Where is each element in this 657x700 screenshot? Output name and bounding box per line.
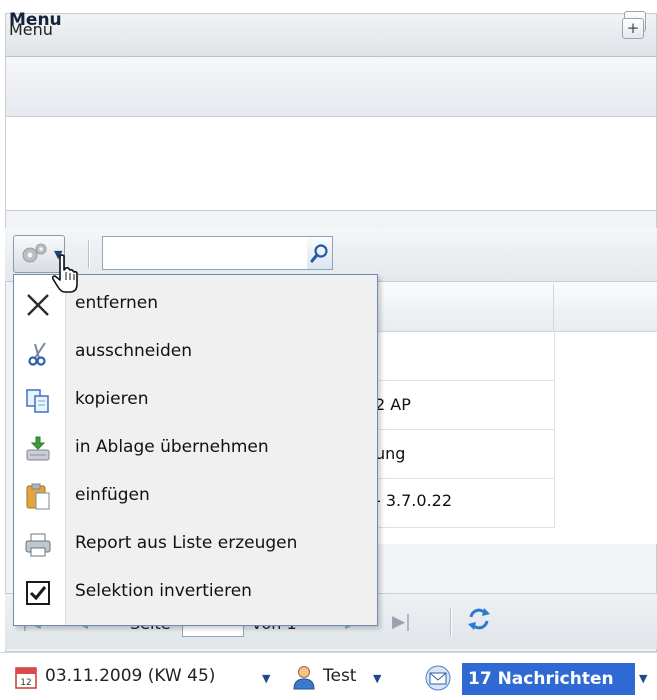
scissors-icon [28, 342, 46, 366]
search-button[interactable] [307, 236, 333, 270]
svg-text:12: 12 [20, 678, 31, 688]
table-row[interactable] [372, 332, 555, 381]
calendar-icon: 12 [15, 667, 37, 689]
date-selector[interactable]: 03.11.2009 (KW 45) [45, 666, 215, 686]
toolbar-separator [88, 240, 90, 268]
menu-item-cut[interactable]: ausschneiden [14, 330, 376, 376]
menu-item-paste[interactable]: einfügen [14, 474, 376, 520]
refresh-icon[interactable] [465, 605, 493, 633]
menu-section-label: Menu [9, 20, 53, 39]
last-page-icon[interactable]: ▶| [392, 612, 411, 632]
table-cell: - 3.7.0.22 [375, 491, 453, 510]
pager-separator [450, 608, 452, 636]
menu-item-label: Report aus Liste erzeugen [75, 533, 298, 553]
messages-button[interactable]: 17 Nachrichten [462, 663, 635, 695]
magnifier-icon [310, 244, 328, 263]
menu-item-label: einfügen [75, 485, 150, 505]
menu-section-header[interactable] [5, 57, 657, 117]
printer-icon [25, 533, 51, 557]
menu-item-label: entfernen [75, 293, 159, 313]
envelope-icon [425, 665, 451, 691]
plus-icon: + [626, 19, 640, 37]
menu-item-label: kopieren [75, 389, 149, 409]
grid-column-divider [553, 284, 554, 330]
chevron-down-icon[interactable]: ▼ [373, 672, 381, 685]
menu-section-body [5, 117, 657, 210]
user-icon [293, 666, 315, 690]
add-button[interactable]: + [622, 18, 644, 39]
copy-icon [26, 389, 49, 413]
clipboard-add-icon [26, 436, 50, 461]
menu-item-invert-selection[interactable]: Selektion invertieren [14, 570, 376, 616]
menu-item-label: Selektion invertieren [75, 581, 252, 601]
hand-cursor-icon [51, 254, 78, 293]
chevron-down-icon[interactable]: ▼ [262, 672, 270, 685]
chevron-down-icon[interactable]: ▼ [639, 672, 647, 685]
menu-item-to-clipboard[interactable]: in Ablage übernehmen [14, 426, 376, 472]
menu-item-copy[interactable]: kopieren [14, 378, 376, 424]
checkbox-icon [26, 581, 50, 605]
panel-header [5, 13, 657, 57]
gear-icon [22, 243, 47, 263]
search-input[interactable] [102, 236, 308, 270]
menu-item-label: in Ablage übernehmen [75, 437, 269, 457]
grid-header[interactable] [372, 282, 657, 332]
user-selector[interactable]: Test [323, 666, 356, 686]
menu-item-label: ausschneiden [75, 341, 193, 361]
menu-item-report[interactable]: Report aus Liste erzeugen [14, 522, 376, 568]
paste-icon [26, 483, 50, 510]
table-cell: 2 AP [375, 395, 411, 414]
table-cell: ung [375, 444, 406, 463]
